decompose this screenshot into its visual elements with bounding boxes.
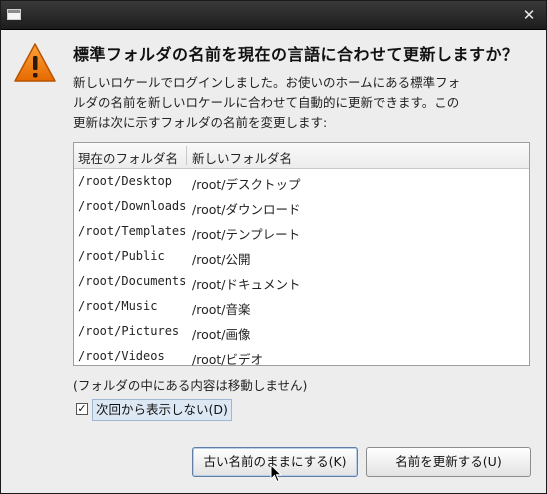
description-line: 更新は次に示すフォルダの名前を変更します:	[73, 115, 328, 130]
new-folder-cell: /root/音楽	[192, 302, 251, 317]
folder-rename-table: 現在のフォルダ名 新しいフォルダ名 /root/Desktop /root/デス…	[73, 142, 530, 369]
column-header-new[interactable]: 新しいフォルダ名	[192, 148, 292, 167]
description-line: 新しいロケールでログインしました。お使いのホームにある標準フォ	[73, 75, 461, 90]
table-header: 現在のフォルダ名 新しいフォルダ名	[74, 143, 529, 169]
dont-show-again-checkbox[interactable]: ✓	[76, 403, 88, 415]
description-line: ルダの名前を新しいロケールに合わせて自動的に更新できます。この	[73, 95, 460, 110]
current-folder-cell: /root/Public	[78, 249, 165, 263]
table-row[interactable]: /root/Pictures /root/画像	[74, 319, 529, 344]
table-row[interactable]: /root/Public /root/公開	[74, 244, 529, 269]
dialog-heading: 標準フォルダの名前を現在の言語に合わせて更新しますか？	[73, 45, 519, 64]
new-folder-cell: /root/テンプレート	[192, 227, 301, 242]
current-folder-cell: /root/Music	[78, 299, 158, 313]
update-names-button[interactable]: 名前を更新する(U)	[366, 447, 531, 477]
table-row[interactable]: /root/Desktop /root/デスクトップ	[74, 169, 529, 194]
table-row[interactable]: /root/Documents /root/ドキュメント	[74, 269, 529, 294]
column-divider	[186, 146, 187, 165]
new-folder-cell: /root/ダウンロード	[192, 202, 301, 217]
dont-show-again-label[interactable]: 次回から表示しない(D)	[92, 399, 232, 421]
current-folder-cell: /root/Templates	[78, 224, 187, 238]
table-row[interactable]: /root/Downloads /root/ダウンロード	[74, 194, 529, 219]
current-folder-cell: /root/Documents	[78, 274, 187, 288]
close-icon[interactable]: ✕	[520, 5, 538, 25]
current-folder-cell: /root/Pictures	[78, 324, 180, 338]
title-bar[interactable]: ✕	[1, 1, 546, 30]
current-folder-cell: /root/Videos	[78, 349, 165, 363]
table-row[interactable]: /root/Music /root/音楽	[74, 294, 529, 319]
new-folder-cell: /root/ドキュメント	[192, 277, 301, 292]
warning-icon	[14, 43, 56, 82]
dialog-window: ✕ 標準フォルダの名前を現在の言語に合わせて更新しますか？ 新しいロケールでログ…	[0, 0, 547, 494]
window-icon	[7, 9, 21, 20]
new-folder-cell: /root/画像	[192, 327, 251, 342]
new-folder-cell: /root/ビデオ	[192, 352, 263, 367]
dialog-description: 新しいロケールでログインしました。お使いのホームにある標準フォ ルダの名前を新し…	[73, 73, 483, 133]
current-folder-cell: /root/Downloads	[78, 199, 187, 213]
table-row[interactable]: /root/Videos /root/ビデオ	[74, 344, 529, 369]
column-header-current[interactable]: 現在のフォルダ名	[78, 148, 178, 167]
move-note: (フォルダの中にある内容は移動しません)	[73, 378, 308, 393]
new-folder-cell: /root/公開	[192, 252, 251, 267]
current-folder-cell: /root/Desktop	[78, 174, 172, 188]
table-row[interactable]: /root/Templates /root/テンプレート	[74, 219, 529, 244]
new-folder-cell: /root/デスクトップ	[192, 177, 301, 192]
mouse-cursor-icon	[270, 464, 282, 483]
